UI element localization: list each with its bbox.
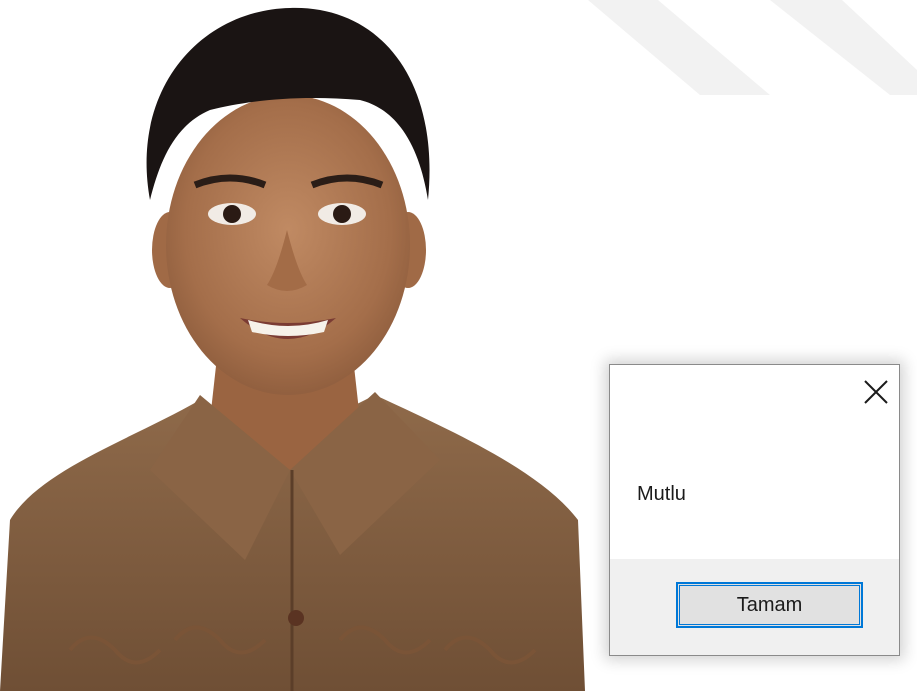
close-button[interactable]	[861, 377, 891, 407]
screen: Mutlu Tamam	[0, 0, 917, 691]
close-icon	[864, 380, 888, 404]
portrait-photo	[0, 7, 585, 691]
message-text: Mutlu	[637, 483, 686, 505]
watermark-stripes	[588, 0, 917, 95]
ok-button[interactable]: Tamam	[676, 582, 863, 628]
message-box: Mutlu Tamam	[609, 364, 900, 656]
dialog-footer: Tamam	[610, 559, 899, 655]
